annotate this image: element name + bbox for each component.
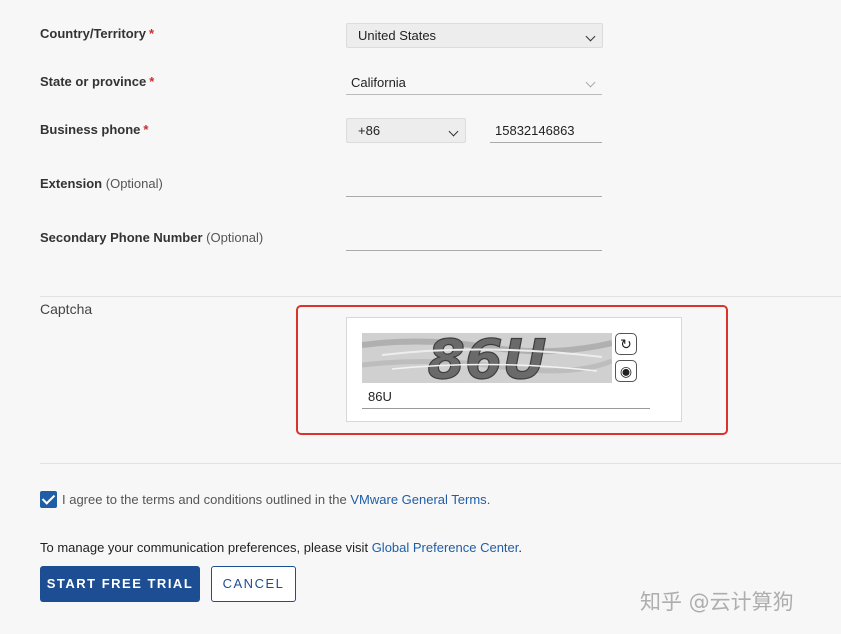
watermark: 知乎 @云计算狗	[640, 590, 794, 614]
secondary-phone-input[interactable]	[346, 226, 602, 251]
agree-checkbox[interactable]	[40, 491, 57, 508]
phone-code-select[interactable]: +86	[346, 118, 466, 143]
preferences-text: To manage your communication preferences…	[40, 540, 523, 555]
chevron-down-icon	[585, 77, 596, 88]
country-value: United States	[358, 28, 437, 43]
captcha-panel: 86U ↻ ◉ 86U	[346, 317, 682, 422]
secondary-phone-label: Secondary Phone Number (Optional)	[40, 230, 264, 245]
start-free-trial-button[interactable]: START FREE TRIAL	[40, 566, 200, 602]
phone-number-input[interactable]: 15832146863	[490, 118, 602, 143]
business-phone-label: Business phone *	[40, 122, 149, 137]
captcha-label: Captcha	[40, 301, 93, 317]
terms-link[interactable]: VMware General Terms	[350, 492, 486, 507]
extension-label: Extension (Optional)	[40, 176, 163, 191]
state-select[interactable]: California	[346, 70, 602, 95]
captcha-image-text: 86U	[428, 333, 547, 383]
divider	[40, 296, 841, 297]
preference-center-link[interactable]: Global Preference Center	[372, 540, 519, 555]
country-select[interactable]: United States	[346, 23, 603, 48]
chevron-down-icon	[448, 126, 459, 137]
chevron-down-icon	[585, 31, 596, 42]
captcha-image: 86U	[362, 333, 612, 383]
extension-input[interactable]	[346, 172, 602, 197]
refresh-icon[interactable]: ↻	[615, 333, 637, 355]
country-label: Country/Territory *	[40, 26, 154, 41]
divider	[40, 463, 841, 464]
agree-text: I agree to the terms and conditions outl…	[62, 492, 491, 507]
phone-code-value: +86	[358, 123, 381, 138]
state-label: State or province *	[40, 74, 155, 89]
captcha-input[interactable]: 86U	[362, 385, 650, 409]
audio-icon[interactable]: ◉	[615, 360, 637, 382]
state-value: California	[351, 75, 406, 90]
cancel-button[interactable]: CANCEL	[211, 566, 296, 602]
